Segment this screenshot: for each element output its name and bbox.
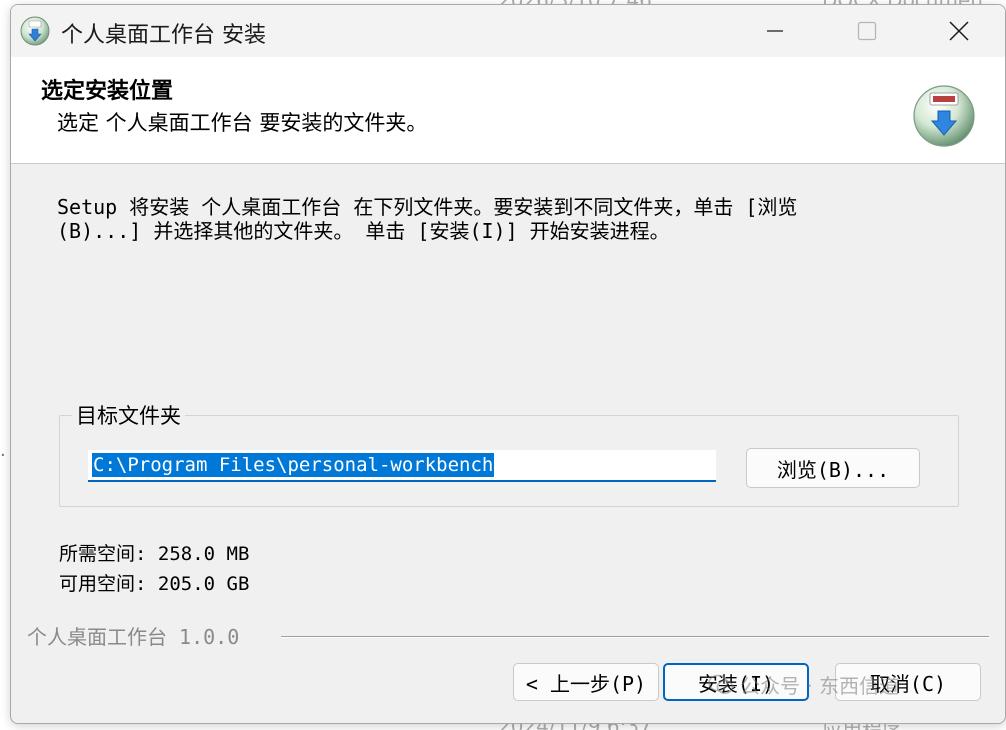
minimize-button[interactable]: [729, 5, 821, 57]
background-dot: .: [0, 440, 6, 461]
installer-app-icon: [20, 16, 50, 46]
destination-path-value: C:\Program Files\personal-workbench: [92, 453, 495, 477]
destination-folder-label: 目标文件夹: [72, 400, 185, 430]
close-icon: [949, 21, 969, 41]
header-panel: 选定安装位置 选定 个人桌面工作台 要安装的文件夹。: [11, 57, 1005, 164]
watermark: 公众号 · 东西信道: [708, 670, 899, 699]
wechat-icon: [708, 674, 734, 694]
maximize-icon: [857, 21, 877, 41]
space-available: 可用空间: 205.0 GB: [59, 573, 250, 595]
destination-folder-group: 目标文件夹 C:\Program Files\personal-workbenc…: [59, 400, 959, 507]
window-title: 个人桌面工作台 安装: [61, 23, 266, 48]
destination-path-input[interactable]: C:\Program Files\personal-workbench: [88, 450, 716, 482]
branding-text: 个人桌面工作台 1.0.0: [27, 621, 250, 650]
nsis-installer-icon: [913, 85, 975, 147]
page-title: 选定安装位置: [41, 79, 174, 104]
space-required: 所需空间: 258.0 MB: [59, 543, 250, 565]
title-bar[interactable]: 个人桌面工作台 安装: [11, 5, 1005, 57]
close-button[interactable]: [913, 5, 1005, 57]
minimize-icon: [767, 30, 783, 32]
maximize-button[interactable]: [821, 5, 913, 57]
browse-button[interactable]: 浏览(B)...: [746, 448, 920, 488]
install-description: Setup 将安装 个人桌面工作台 在下列文件夹。要安装到不同文件夹，单击 [浏…: [57, 195, 957, 243]
description-line-1: Setup 将安装 个人桌面工作台 在下列文件夹。要安装到不同文件夹，单击 [浏…: [57, 195, 798, 219]
branding-line: 个人桌面工作台 1.0.0: [27, 621, 989, 651]
screen: 2026/3/10 7:46 DOCX Documen 2024/11/9 6:…: [0, 0, 1006, 730]
back-button[interactable]: < 上一步(P): [513, 663, 659, 701]
installer-window: 个人桌面工作台 安装 选定安装位置 选定 个人桌面工作台 要安装的文件夹。 Se…: [10, 4, 1006, 724]
watermark-text: 公众号 · 东西信道: [740, 674, 900, 698]
page-subtitle: 选定 个人桌面工作台 要安装的文件夹。: [57, 111, 428, 135]
branding-divider: [281, 636, 989, 638]
description-line-2: (B)...] 并选择其他的文件夹。 单击 [安装(I)] 开始安装进程。: [57, 219, 670, 243]
